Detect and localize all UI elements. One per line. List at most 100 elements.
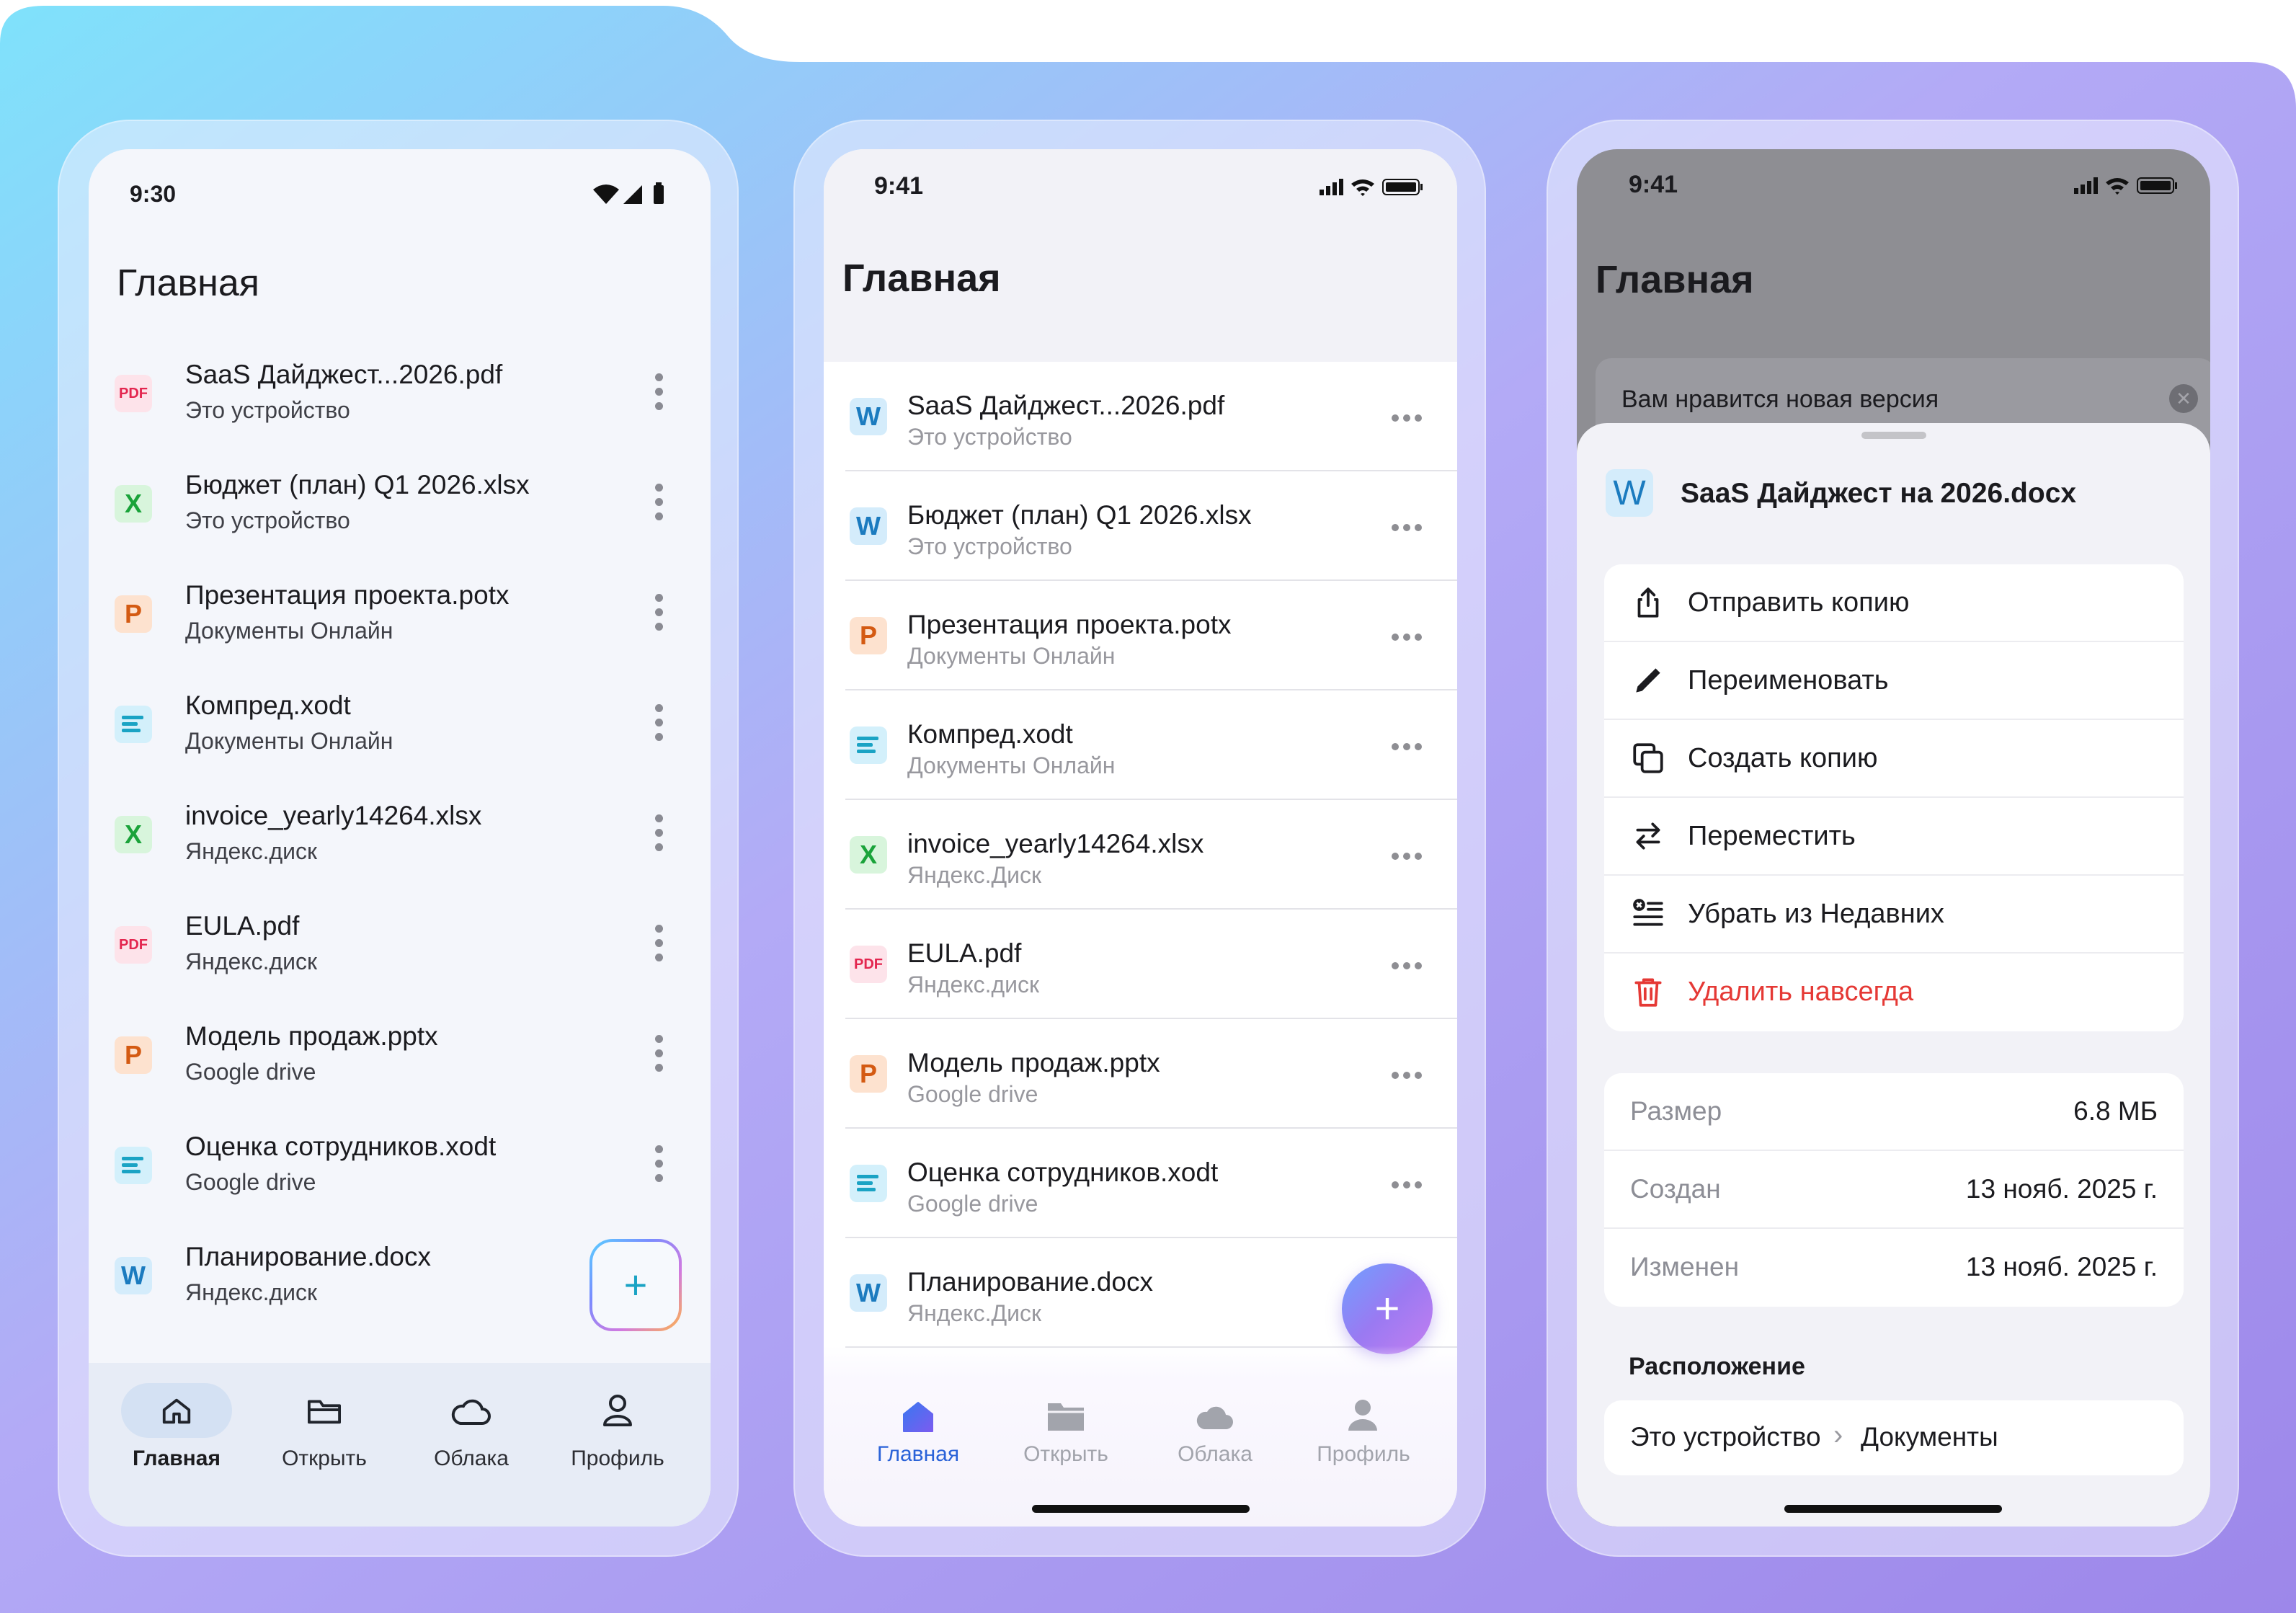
slides-icon: P [850, 1055, 887, 1093]
list-item[interactable]: PDF EULA.pdf Яндекс.диск [824, 910, 1457, 1019]
list-item[interactable]: Компред.xodt Документы Онлайн [824, 690, 1457, 800]
list-item[interactable]: P Презентация проекта.potx Документы Онлай… [824, 581, 1457, 690]
sheet-action-trash[interactable]: Удалить навсегда [1604, 954, 2184, 1031]
file-source: Google drive [907, 1191, 1038, 1217]
list-item[interactable]: W SaaS Дайджест...2026.pdf Это устройство [824, 362, 1457, 471]
more-icon[interactable] [1392, 1070, 1428, 1079]
more-icon[interactable] [1392, 850, 1428, 860]
list-item[interactable]: PDF EULA.pdf Яндекс.диск [89, 889, 711, 1000]
word-icon: W [850, 398, 887, 435]
file-name: invoice_yearly14264.xlsx [185, 801, 482, 830]
info-key: Создан [1630, 1174, 1721, 1204]
action-label: Отправить копию [1688, 587, 1910, 618]
folder-icon [307, 1400, 341, 1424]
sheet-icon: X [115, 485, 152, 523]
file-source: Это устройство [907, 533, 1072, 559]
file-source: Яндекс.диск [185, 948, 318, 974]
list-item[interactable]: P Презентация проекта.potx Документы Онлай… [89, 559, 711, 669]
file-source: Это устройство [185, 507, 350, 533]
file-name: Планирование.docx [907, 1267, 1153, 1297]
list-item[interactable]: Xinvoice_yearly14264.xlsx Яндекс.Диск [824, 800, 1457, 910]
file-name: invoice_yearly14264.xlsx [907, 829, 1204, 858]
more-icon[interactable] [1392, 412, 1428, 422]
nav-label-open: Открыть [1023, 1442, 1108, 1466]
more-vertical-icon[interactable] [654, 704, 664, 747]
bottom-nav [824, 1346, 1457, 1527]
file-name: Бюджет (план) Q1 2026.xlsx [185, 470, 530, 499]
location-path[interactable]: Это устройство › Документы [1604, 1400, 2184, 1475]
file-source: Яндекс.диск [907, 972, 1040, 997]
slides-icon: P [115, 595, 152, 633]
more-vertical-icon[interactable] [654, 1035, 664, 1078]
doc-icon [115, 706, 152, 743]
sheet-grabber[interactable] [1861, 432, 1926, 439]
action-label: Удалить навсегда [1688, 977, 1914, 1007]
user-icon [603, 1395, 632, 1426]
sheet-action-move[interactable]: Переместить [1604, 798, 2184, 876]
slides-icon: P [115, 1036, 152, 1074]
action-sheet: W SaaS Дайджест на 2026.docx Отправить к… [1577, 423, 2210, 1527]
sheet-icon: X [115, 816, 152, 853]
more-vertical-icon[interactable] [654, 373, 664, 417]
sheet-action-copy[interactable]: Создать копию [1604, 720, 2184, 798]
location-part: Это устройство [1630, 1422, 1821, 1452]
list-item[interactable]: P Модель продаж.pptx Google drive [824, 1019, 1457, 1129]
status-icons [2074, 177, 2177, 195]
more-vertical-icon[interactable] [654, 594, 664, 637]
sheet-file-name: SaaS Дайджест на 2026.docx [1681, 478, 2077, 509]
location-title: Расположение [1629, 1353, 1805, 1380]
doc-icon [115, 1147, 152, 1184]
add-button[interactable]: + [589, 1239, 682, 1331]
file-source: Google drive [185, 1169, 316, 1195]
status-time: 9:30 [130, 181, 177, 207]
sheet-action-pencil[interactable]: Переименовать [1604, 642, 2184, 720]
list-item[interactable]: PDF SaaS Дайджест...2026.pdf Это устройств… [89, 338, 711, 448]
trash-icon [1630, 974, 1666, 1010]
home-icon [162, 1398, 191, 1424]
info-key: Размер [1630, 1096, 1722, 1126]
file-source: Яндекс.Диск [907, 1300, 1042, 1326]
info-key: Изменен [1630, 1252, 1740, 1281]
file-source: Документы Онлайн [907, 752, 1116, 778]
add-button[interactable]: + [1342, 1263, 1433, 1354]
info-value: 13 нояб. 2025 г. [1965, 1252, 2158, 1281]
pdf-icon: PDF [115, 375, 152, 412]
list-item[interactable]: Оценка сотрудников.xodt Google drive [89, 1110, 711, 1220]
banner-close-button[interactable]: ✕ [2169, 384, 2198, 413]
list-item[interactable]: W Бюджет (план) Q1 2026.xlsx Это устройств… [824, 471, 1457, 581]
more-icon[interactable] [1392, 1179, 1428, 1188]
nav-label-clouds: Облака [434, 1447, 509, 1470]
more-vertical-icon[interactable] [654, 925, 664, 968]
info-row-size: Размер 6.8 МБ [1604, 1073, 2184, 1151]
home-indicator [1784, 1505, 2002, 1513]
more-vertical-icon[interactable] [654, 814, 664, 858]
file-name: Модель продаж.pptx [185, 1021, 438, 1051]
close-icon: ✕ [2176, 388, 2192, 409]
file-name: Планирование.docx [185, 1242, 431, 1271]
more-vertical-icon[interactable] [654, 484, 664, 527]
nav-label-clouds: Облака [1178, 1442, 1252, 1466]
sheet-action-remove-list[interactable]: Убрать из Недавних [1604, 876, 2184, 954]
more-icon[interactable] [1392, 741, 1428, 750]
pdf-icon: PDF [850, 946, 887, 983]
more-vertical-icon[interactable] [654, 1145, 664, 1188]
sheet-actions: Отправить копию Переименовать Создать копи… [1604, 564, 2184, 1031]
more-icon[interactable] [1392, 631, 1428, 641]
more-icon[interactable] [1392, 522, 1428, 531]
banner-text: Вам нравится новая версия [1621, 386, 1939, 413]
list-item[interactable]: Компред.xodt Документы Онлайн [89, 669, 711, 779]
status-time: 9:41 [874, 172, 924, 200]
plus-icon: + [623, 1262, 648, 1307]
file-source: Google drive [185, 1059, 316, 1085]
list-item[interactable]: P Модель продаж.pptx Google drive [89, 1000, 711, 1110]
file-name: SaaS Дайджест...2026.pdf [907, 391, 1225, 420]
list-item[interactable]: X Бюджет (план) Q1 2026.xlsx Это устройств… [89, 448, 711, 559]
action-label: Переместить [1688, 821, 1856, 851]
page-title: Главная [117, 262, 259, 304]
sheet-action-share[interactable]: Отправить копию [1604, 564, 2184, 642]
list-item[interactable]: Xinvoice_yearly14264.xlsx Яндекс.диск [89, 779, 711, 889]
more-icon[interactable] [1392, 960, 1428, 969]
pdf-icon: PDF [115, 926, 152, 964]
list-item[interactable]: Оценка сотрудников.xodt Google drive [824, 1129, 1457, 1238]
file-name: Бюджет (план) Q1 2026.xlsx [907, 500, 1252, 530]
